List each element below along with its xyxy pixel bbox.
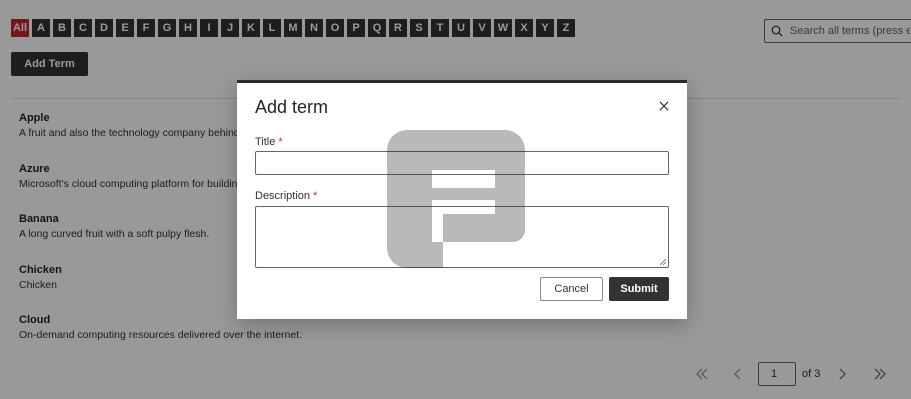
required-marker: * [278,136,283,148]
submit-button[interactable]: Submit [609,277,669,301]
title-label: Title * [255,136,283,148]
description-label: Description * [255,190,317,202]
add-term-dialog: Add term Title * Description * Cancel Subm… [237,80,687,319]
description-textarea[interactable] [255,206,669,268]
resize-grip-icon[interactable] [660,259,666,265]
dialog-title: Add term [255,97,329,117]
title-input[interactable] [255,151,669,175]
description-label-text: Description [255,190,311,202]
required-marker: * [313,190,318,202]
cancel-button[interactable]: Cancel [540,277,603,301]
close-icon[interactable] [657,99,671,113]
title-label-text: Title [255,136,276,148]
